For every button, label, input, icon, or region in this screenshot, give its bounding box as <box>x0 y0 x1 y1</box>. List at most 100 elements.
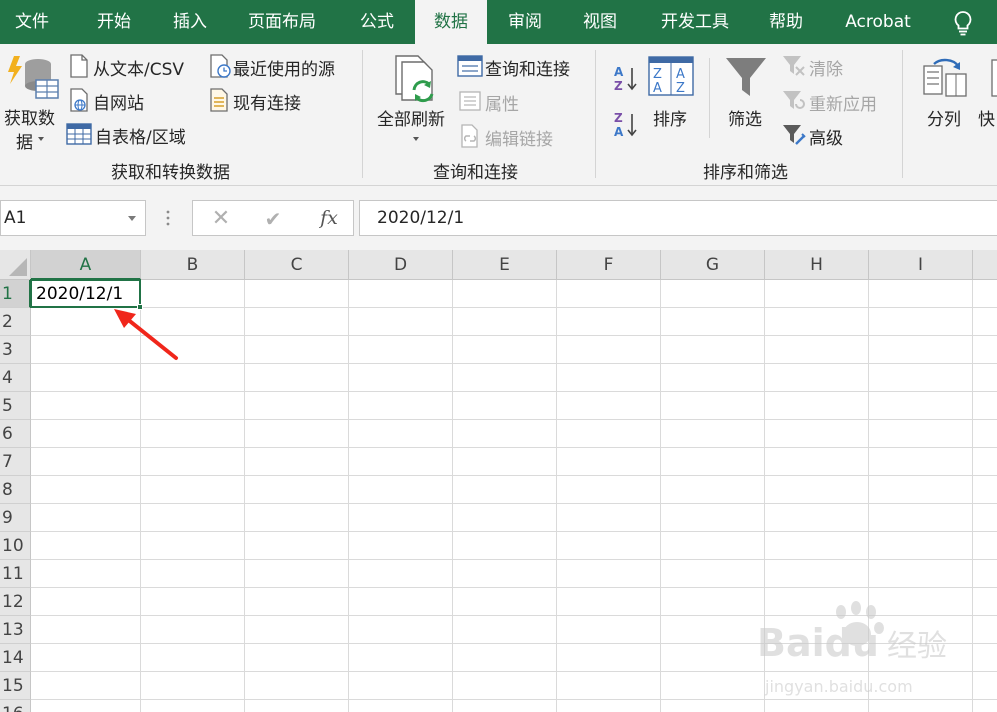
tab-data[interactable]: 数据 <box>415 0 487 44</box>
properties-button[interactable]: 属性 <box>485 90 519 115</box>
refresh-all-button[interactable]: 全部刷新 <box>377 105 445 130</box>
edit-links-icon <box>461 124 478 148</box>
text-file-icon <box>70 54 88 78</box>
insert-function-icon[interactable]: fx <box>314 206 344 230</box>
worksheet-grid[interactable]: ABCDEFGHI 12345678910111213141516 2020/1… <box>0 250 997 712</box>
svg-text:Z: Z <box>614 79 623 92</box>
refresh-all-icon <box>395 55 434 103</box>
web-file-icon <box>70 88 88 112</box>
group-label-queries-connections: 查询和连接 <box>433 163 518 183</box>
edit-links-button[interactable]: 编辑链接 <box>485 125 553 150</box>
enter-icon[interactable]: ✔ <box>260 207 286 231</box>
tab-view[interactable]: 视图 <box>566 0 634 44</box>
tab-formulas[interactable]: 公式 <box>343 0 411 44</box>
row-header-13[interactable]: 13 <box>0 616 31 644</box>
tab-review[interactable]: 审阅 <box>491 0 559 44</box>
clear-button[interactable]: 清除 <box>809 55 843 80</box>
get-data-button-line2[interactable]: 据 <box>16 128 33 153</box>
chevron-down-icon[interactable] <box>128 216 136 221</box>
column-header-next[interactable] <box>973 250 997 280</box>
from-table-range-button[interactable]: 自表格/区域 <box>95 123 186 148</box>
row-header-4[interactable]: 4 <box>0 364 31 392</box>
reapply-button[interactable]: 重新应用 <box>809 90 877 115</box>
from-text-csv-button[interactable]: 从文本/CSV <box>93 55 184 80</box>
advanced-button[interactable]: 高级 <box>809 124 843 149</box>
queries-connections-icon <box>457 55 483 77</box>
column-header-h[interactable]: H <box>765 250 869 280</box>
svg-text:A: A <box>676 67 685 82</box>
svg-text:Z: Z <box>614 111 623 125</box>
row-header-3[interactable]: 3 <box>0 336 31 364</box>
row-header-14[interactable]: 14 <box>0 644 31 672</box>
column-header-a[interactable]: A <box>31 250 141 280</box>
tab-page-layout[interactable]: 页面布局 <box>236 0 328 44</box>
tab-file[interactable]: 文件 <box>0 0 64 44</box>
flash-fill-button[interactable]: 快 <box>978 105 995 130</box>
row-header-11[interactable]: 11 <box>0 560 31 588</box>
ribbon-separator <box>902 50 903 178</box>
row-header-12[interactable]: 12 <box>0 588 31 616</box>
annotation-arrow <box>114 309 178 360</box>
queries-connections-button[interactable]: 查询和连接 <box>485 55 570 80</box>
ribbon-separator <box>709 58 710 138</box>
tab-acrobat[interactable]: Acrobat <box>832 0 924 44</box>
tab-developer[interactable]: 开发工具 <box>645 0 745 44</box>
row-header-2[interactable]: 2 <box>0 308 31 336</box>
sort-icon: Z A A Z <box>648 56 694 96</box>
recent-sources-button[interactable]: 最近使用的源 <box>233 55 335 80</box>
get-data-button-line1[interactable]: 获取数 <box>4 104 55 129</box>
column-header-g[interactable]: G <box>661 250 765 280</box>
watermark-url: jingyan.baidu.com <box>764 677 913 696</box>
recent-sources-icon <box>210 54 231 78</box>
row-header-16[interactable]: 16 <box>0 700 31 712</box>
cancel-icon[interactable]: ✕ <box>208 207 234 231</box>
vertical-dots-icon[interactable] <box>166 208 170 228</box>
name-box[interactable]: A1 <box>0 200 146 236</box>
column-header-d[interactable]: D <box>349 250 453 280</box>
properties-icon <box>459 91 481 111</box>
row-header-5[interactable]: 5 <box>0 392 31 420</box>
chevron-down-icon[interactable] <box>38 137 44 141</box>
row-header-7[interactable]: 7 <box>0 448 31 476</box>
baidu-watermark: Baidu 经验 jingyan.baidu.com <box>757 601 947 696</box>
filter-button[interactable]: 筛选 <box>728 105 762 130</box>
tab-insert[interactable]: 插入 <box>156 0 224 44</box>
svg-text:A: A <box>614 125 624 138</box>
formula-input[interactable]: 2020/12/1 <box>359 200 997 236</box>
column-header-e[interactable]: E <box>453 250 557 280</box>
watermark-suffix: 经验 <box>887 629 947 664</box>
existing-connections-icon <box>210 88 228 112</box>
ribbon: 获取数 据 从文本/CSV 自网站 自表格/区域 最近使用的源 现有连接 获取和… <box>0 44 997 186</box>
advanced-filter-icon <box>783 125 806 145</box>
formula-buttons: ✕ ✔ fx <box>192 200 354 236</box>
table-range-icon <box>66 123 92 145</box>
flash-fill-icon <box>991 59 997 97</box>
sort-button[interactable]: 排序 <box>653 105 687 130</box>
tab-help[interactable]: 帮助 <box>752 0 820 44</box>
column-header-f[interactable]: F <box>557 250 661 280</box>
existing-connections-button[interactable]: 现有连接 <box>233 89 301 114</box>
from-web-button[interactable]: 自网站 <box>93 89 144 114</box>
svg-text:A: A <box>653 81 662 96</box>
column-header-i[interactable]: I <box>869 250 973 280</box>
column-header-c[interactable]: C <box>245 250 349 280</box>
text-to-columns-button[interactable]: 分列 <box>927 105 961 130</box>
lightbulb-icon[interactable] <box>948 8 978 38</box>
row-header-9[interactable]: 9 <box>0 504 31 532</box>
chevron-down-icon[interactable] <box>413 137 419 141</box>
svg-text:A: A <box>614 65 624 79</box>
row-header-6[interactable]: 6 <box>0 420 31 448</box>
row-header-10[interactable]: 10 <box>0 532 31 560</box>
ribbon-separator <box>362 50 363 178</box>
group-label-sort-filter: 排序和筛选 <box>703 163 788 183</box>
ribbon-separator <box>595 50 596 178</box>
sort-ascending-icon[interactable]: A Z <box>612 64 640 92</box>
column-header-b[interactable]: B <box>141 250 245 280</box>
sort-descending-icon[interactable]: Z A <box>612 110 640 138</box>
row-header-1[interactable]: 1 <box>0 280 31 308</box>
tab-home[interactable]: 开始 <box>80 0 148 44</box>
row-header-8[interactable]: 8 <box>0 476 31 504</box>
filter-icon <box>726 58 766 96</box>
row-header-15[interactable]: 15 <box>0 672 31 700</box>
watermark-brand: Baidu <box>757 621 879 665</box>
